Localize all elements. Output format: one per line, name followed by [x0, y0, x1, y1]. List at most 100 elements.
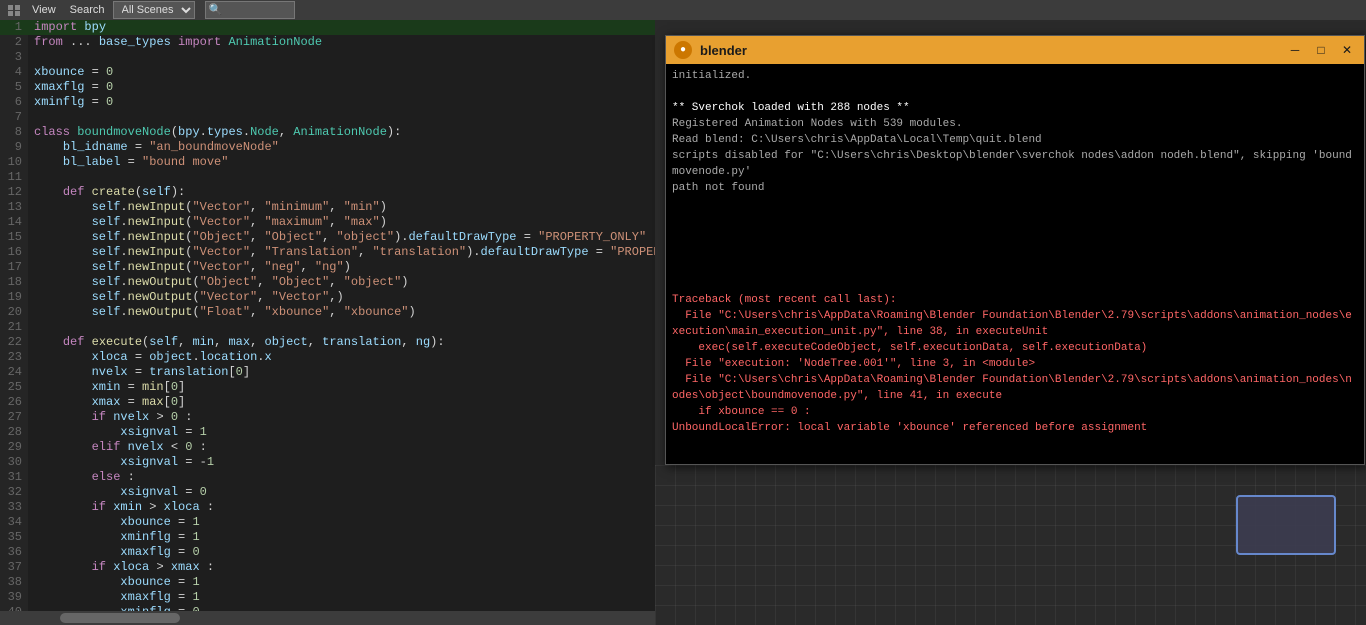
code-line-38: 38 xbounce = 1	[0, 575, 655, 590]
scenes-select[interactable]: All Scenes	[113, 1, 195, 19]
code-line-28: 28 xsignval = 1	[0, 425, 655, 440]
console-line-8	[672, 212, 1358, 228]
line-number-16: 16	[0, 245, 28, 260]
line-number-33: 33	[0, 500, 28, 515]
menu-icon	[4, 0, 24, 20]
line-number-8: 8	[0, 125, 28, 140]
line-content-19: self.newOutput("Vector", "Vector",)	[28, 290, 344, 305]
line-number-10: 10	[0, 155, 28, 170]
line-content-36: xmaxflg = 0	[28, 545, 200, 560]
line-number-7: 7	[0, 110, 28, 125]
code-line-2: 2from ... base_types import AnimationNod…	[0, 35, 655, 50]
close-button[interactable]: ✕	[1338, 41, 1356, 59]
line-content-16: self.newInput("Vector", "Translation", "…	[28, 245, 655, 260]
line-content-21	[28, 320, 34, 335]
line-number-36: 36	[0, 545, 28, 560]
code-line-34: 34 xbounce = 1	[0, 515, 655, 530]
console-line-4: Read blend: C:\Users\chris\AppData\Local…	[672, 132, 1358, 148]
console-line-5: scripts disabled for "C:\Users\chris\Des…	[672, 148, 1358, 180]
line-number-24: 24	[0, 365, 28, 380]
line-content-10: bl_label = "bound move"	[28, 155, 228, 170]
line-content-7	[28, 110, 34, 125]
line-content-30: xsignval = -1	[28, 455, 214, 470]
line-content-32: xsignval = 0	[28, 485, 207, 500]
line-number-38: 38	[0, 575, 28, 590]
blender-console-content: initialized. ** Sverchok loaded with 288…	[666, 64, 1364, 464]
view-menu-button[interactable]: View	[26, 1, 62, 19]
console-line-14: File "C:\Users\chris\AppData\Roaming\Ble…	[672, 308, 1358, 340]
code-line-26: 26 xmax = max[0]	[0, 395, 655, 410]
code-line-6: 6xminflg = 0	[0, 95, 655, 110]
line-content-11	[28, 170, 34, 185]
console-line-3: Registered Animation Nodes with 539 modu…	[672, 116, 1358, 132]
line-content-25: xmin = min[0]	[28, 380, 185, 395]
minimize-button[interactable]: ─	[1286, 41, 1304, 59]
node-grid	[655, 465, 1366, 625]
line-number-34: 34	[0, 515, 28, 530]
console-line-17: File "C:\Users\chris\AppData\Roaming\Ble…	[672, 372, 1358, 404]
scrollbar-thumb[interactable]	[60, 613, 180, 623]
code-line-15: 15 self.newInput("Object", "Object", "ob…	[0, 230, 655, 245]
search-menu-button[interactable]: Search	[64, 1, 111, 19]
line-content-24: nvelx = translation[0]	[28, 365, 250, 380]
code-line-17: 17 self.newInput("Vector", "neg", "ng")	[0, 260, 655, 275]
console-line-9	[672, 228, 1358, 244]
line-content-34: xbounce = 1	[28, 515, 200, 530]
line-number-11: 11	[0, 170, 28, 185]
line-number-17: 17	[0, 260, 28, 275]
console-line-11	[672, 260, 1358, 276]
console-line-1	[672, 84, 1358, 100]
code-line-14: 14 self.newInput("Vector", "maximum", "m…	[0, 215, 655, 230]
maximize-button[interactable]: □	[1312, 41, 1330, 59]
console-line-12	[672, 276, 1358, 292]
line-content-14: self.newInput("Vector", "maximum", "max"…	[28, 215, 387, 230]
line-content-18: self.newOutput("Object", "Object", "obje…	[28, 275, 408, 290]
line-number-28: 28	[0, 425, 28, 440]
line-content-29: elif nvelx < 0 :	[28, 440, 207, 455]
code-line-39: 39 xmaxflg = 1	[0, 590, 655, 605]
code-line-20: 20 self.newOutput("Float", "xbounce", "x…	[0, 305, 655, 320]
line-content-37: if xloca > xmax :	[28, 560, 214, 575]
console-line-6: path not found	[672, 180, 1358, 196]
line-content-4: xbounce = 0	[28, 65, 113, 80]
line-number-39: 39	[0, 590, 28, 605]
main-area: 1import bpy2from ... base_types import A…	[0, 20, 1366, 625]
line-number-13: 13	[0, 200, 28, 215]
horizontal-scrollbar[interactable]	[0, 611, 655, 625]
line-content-35: xminflg = 1	[28, 530, 200, 545]
line-content-1: import bpy	[28, 20, 106, 35]
line-content-15: self.newInput("Object", "Object", "objec…	[28, 230, 646, 245]
code-line-9: 9 bl_idname = "an_boundmoveNode"	[0, 140, 655, 155]
line-content-38: xbounce = 1	[28, 575, 200, 590]
code-line-10: 10 bl_label = "bound move"	[0, 155, 655, 170]
line-number-22: 22	[0, 335, 28, 350]
line-number-5: 5	[0, 80, 28, 95]
console-line-0: initialized.	[672, 68, 1358, 84]
code-line-23: 23 xloca = object.location.x	[0, 350, 655, 365]
line-number-14: 14	[0, 215, 28, 230]
code-line-27: 27 if nvelx > 0 :	[0, 410, 655, 425]
console-line-18: if xbounce == 0 :	[672, 404, 1358, 420]
code-line-22: 22 def execute(self, min, max, object, t…	[0, 335, 655, 350]
line-number-23: 23	[0, 350, 28, 365]
line-number-29: 29	[0, 440, 28, 455]
blender-window-title: blender	[700, 43, 1278, 58]
line-content-9: bl_idname = "an_boundmoveNode"	[28, 140, 279, 155]
code-line-16: 16 self.newInput("Vector", "Translation"…	[0, 245, 655, 260]
code-line-8: 8class boundmoveNode(bpy.types.Node, Ani…	[0, 125, 655, 140]
line-number-1: 1	[0, 20, 28, 35]
line-content-33: if xmin > xloca :	[28, 500, 214, 515]
line-number-12: 12	[0, 185, 28, 200]
code-line-7: 7	[0, 110, 655, 125]
line-content-23: xloca = object.location.x	[28, 350, 272, 365]
line-content-5: xmaxflg = 0	[28, 80, 113, 95]
line-content-6: xminflg = 0	[28, 95, 113, 110]
line-number-20: 20	[0, 305, 28, 320]
line-number-27: 27	[0, 410, 28, 425]
code-line-24: 24 nvelx = translation[0]	[0, 365, 655, 380]
console-line-7	[672, 196, 1358, 212]
code-line-33: 33 if xmin > xloca :	[0, 500, 655, 515]
line-number-2: 2	[0, 35, 28, 50]
line-content-20: self.newOutput("Float", "xbounce", "xbou…	[28, 305, 416, 320]
line-content-12: def create(self):	[28, 185, 185, 200]
